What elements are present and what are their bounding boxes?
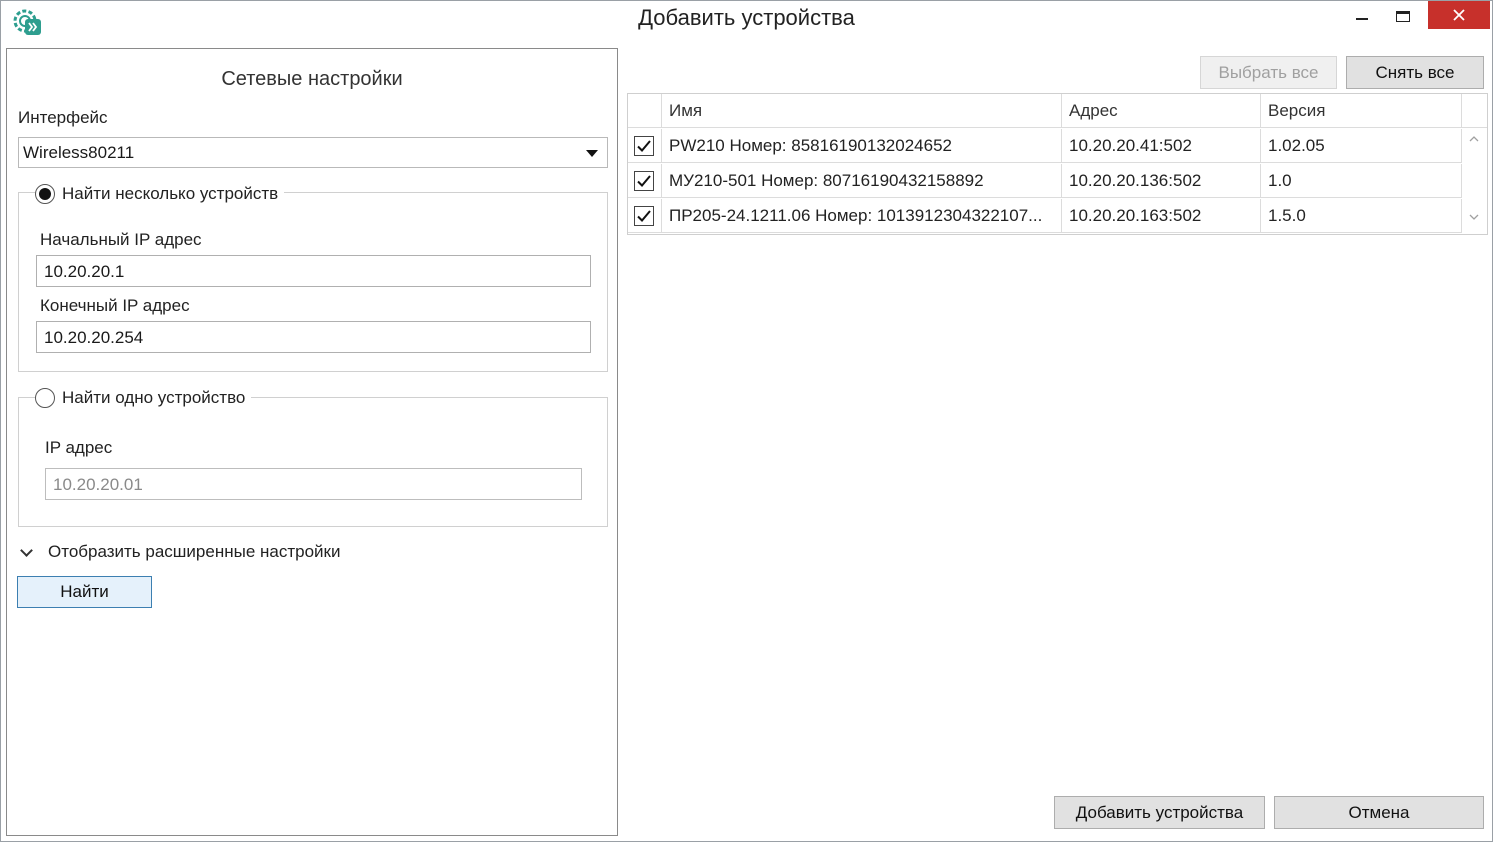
checkmark-icon xyxy=(637,175,651,187)
title-bar[interactable]: Добавить устройства xyxy=(1,1,1492,41)
window-title: Добавить устройства xyxy=(638,5,855,30)
cancel-button[interactable]: Отмена xyxy=(1274,796,1484,829)
device-address: 10.20.20.136:502 xyxy=(1062,164,1261,198)
table-row[interactable]: МУ210-501 Номер: 80716190432158892 10.20… xyxy=(628,164,1462,198)
checkmark-icon xyxy=(637,210,651,222)
dropdown-arrow-icon xyxy=(586,150,598,157)
scroll-down-icon[interactable] xyxy=(1469,212,1479,222)
section-title: Сетевые настройки xyxy=(221,68,403,90)
end-ip-label: Конечный IP адрес xyxy=(40,296,190,315)
find-single-radio[interactable]: Найти одно устройство xyxy=(35,388,252,408)
devices-table: Имя Адрес Версия PW210 Номер: 8581619013… xyxy=(627,93,1488,235)
network-settings-panel: Сетевые настройки Интерфейс Wireless8021… xyxy=(6,48,618,836)
maximize-icon xyxy=(1396,10,1410,22)
device-address: 10.20.20.41:502 xyxy=(1062,129,1261,163)
device-version: 1.0 xyxy=(1261,164,1462,198)
minimize-button[interactable] xyxy=(1344,1,1380,31)
device-name: ПР205-24.1211.06 Номер: 1013912304322107… xyxy=(662,199,1062,233)
add-devices-window: Добавить устройства Сетевые настройки Ин… xyxy=(0,0,1493,842)
table-scrollbar[interactable] xyxy=(1462,128,1487,232)
interface-select[interactable]: Wireless80211 xyxy=(18,137,608,168)
multi-device-group: Начальный IP адрес 10.20.20.1 Конечный I… xyxy=(18,192,608,372)
select-all-button[interactable]: Выбрать все xyxy=(1200,56,1337,89)
column-header-version[interactable]: Версия xyxy=(1261,94,1462,128)
check-cell xyxy=(628,199,662,233)
device-name: PW210 Номер: 85816190132024652 xyxy=(662,129,1062,163)
device-name: МУ210-501 Номер: 80716190432158892 xyxy=(662,164,1062,198)
minimize-icon xyxy=(1356,18,1368,20)
check-cell xyxy=(628,129,662,163)
row-checkbox[interactable] xyxy=(634,171,654,191)
column-header-address[interactable]: Адрес xyxy=(1062,94,1261,128)
end-ip-input[interactable]: 10.20.20.254 xyxy=(36,321,591,353)
interface-value: Wireless80211 xyxy=(23,143,135,162)
row-checkbox[interactable] xyxy=(634,206,654,226)
single-device-group: IP адрес 10.20.20.01 xyxy=(18,397,608,527)
find-multiple-label: Найти несколько устройств xyxy=(62,184,279,203)
radio-selected-dot xyxy=(39,188,51,200)
table-row[interactable]: PW210 Номер: 85816190132024652 10.20.20.… xyxy=(628,129,1462,163)
table-row[interactable]: ПР205-24.1211.06 Номер: 1013912304322107… xyxy=(628,199,1462,233)
header-filler xyxy=(1462,94,1487,128)
find-single-label: Найти одно устройство xyxy=(62,388,246,407)
advanced-settings-expander[interactable]: Отобразить расширенные настройки xyxy=(20,542,340,562)
ip-label: IP адрес xyxy=(45,438,113,457)
device-version: 1.02.05 xyxy=(1261,129,1462,163)
radio-indicator xyxy=(35,184,55,204)
device-address: 10.20.20.163:502 xyxy=(1062,199,1261,233)
start-ip-label: Начальный IP адрес xyxy=(40,230,202,249)
device-version: 1.5.0 xyxy=(1261,199,1462,233)
interface-label: Интерфейс xyxy=(18,108,108,127)
close-button[interactable] xyxy=(1428,1,1490,29)
find-button[interactable]: Найти xyxy=(17,576,152,608)
single-ip-input[interactable]: 10.20.20.01 xyxy=(45,468,582,500)
column-header-name[interactable]: Имя xyxy=(662,94,1062,128)
find-multiple-radio[interactable]: Найти несколько устройств xyxy=(35,184,285,204)
checkmark-icon xyxy=(637,140,651,152)
close-icon xyxy=(1453,9,1465,21)
row-checkbox[interactable] xyxy=(634,136,654,156)
scroll-up-icon[interactable] xyxy=(1469,134,1479,144)
radio-indicator xyxy=(35,388,55,408)
maximize-button[interactable] xyxy=(1385,1,1421,31)
start-ip-input[interactable]: 10.20.20.1 xyxy=(36,255,591,287)
chevron-down-icon xyxy=(20,545,34,559)
table-header: Имя Адрес Версия xyxy=(628,94,1462,128)
advanced-settings-label: Отобразить расширенные настройки xyxy=(48,542,341,561)
deselect-all-button[interactable]: Снять все xyxy=(1346,56,1484,89)
add-devices-button[interactable]: Добавить устройства xyxy=(1054,796,1265,829)
header-check-cell xyxy=(628,94,662,128)
check-cell xyxy=(628,164,662,198)
